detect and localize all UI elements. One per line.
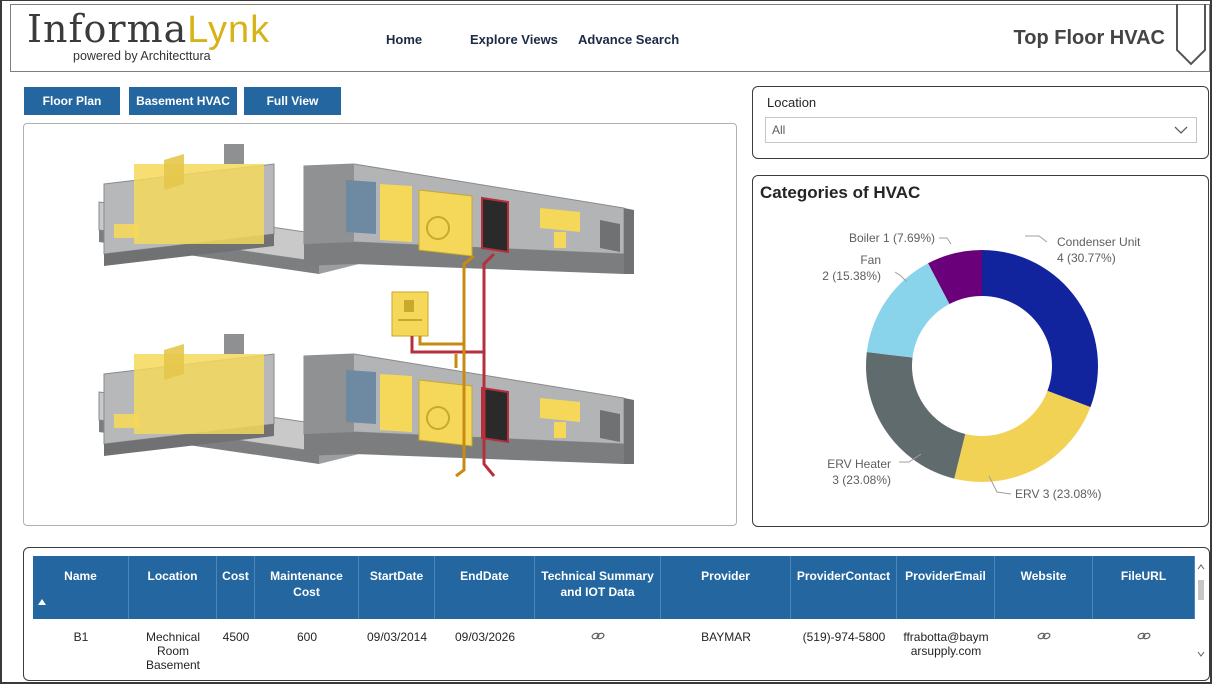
data-label: ERV 3 (23.08%): [1015, 487, 1102, 501]
data-label: ERV Heater: [827, 457, 891, 471]
cell-name: B1: [73, 630, 89, 644]
donut-slice-condenser-unit[interactable]: [982, 250, 1098, 408]
basement-hvac-button[interactable]: Basement HVAC: [129, 87, 237, 115]
link-icon[interactable]: [591, 631, 605, 641]
data-label: Boiler 1 (7.69%): [849, 231, 935, 245]
nav-advance-search-link[interactable]: Advance Search: [578, 32, 679, 47]
sort-ascending-icon[interactable]: [38, 599, 46, 605]
donut-slice-erv[interactable]: [954, 390, 1091, 482]
location-selected-value: All: [772, 123, 786, 137]
full-view-button[interactable]: Full View: [244, 87, 341, 115]
cell-end-date: 09/03/2026: [454, 630, 516, 644]
leader-line: [1025, 235, 1048, 243]
table-header: Name Location Cost Maintenance Cost StartDate…: [33, 556, 1195, 619]
column-header-name[interactable]: Name: [33, 556, 129, 619]
column-header-cost[interactable]: Cost: [217, 556, 255, 619]
cell-website[interactable]: [995, 630, 1093, 644]
column-header-maintenance-cost[interactable]: Maintenance Cost: [255, 556, 359, 619]
data-label: Condenser Unit: [1057, 235, 1141, 249]
column-header-website[interactable]: Website: [995, 556, 1093, 619]
nav-explore-views-link[interactable]: Explore Views: [470, 32, 558, 47]
location-dropdown[interactable]: All: [765, 117, 1197, 143]
column-header-end-date[interactable]: EndDate: [435, 556, 535, 619]
link-icon[interactable]: [1137, 631, 1151, 641]
column-header-location[interactable]: Location: [129, 556, 217, 619]
bookmark-icon[interactable]: [1175, 4, 1207, 66]
informalynk-logo[interactable]: InformaLynk: [27, 7, 270, 52]
cell-file-url[interactable]: [1093, 630, 1195, 644]
column-header-provider[interactable]: Provider: [661, 556, 791, 619]
cell-location: Mechnical Room Basement: [145, 630, 201, 672]
cell-start-date: 09/03/2014: [366, 630, 428, 644]
column-header-start-date[interactable]: StartDate: [359, 556, 435, 619]
hvac-categories-chart: Categories of HVAC Condenser Unit 4 (30.7…: [752, 175, 1209, 527]
column-header-provider-contact[interactable]: ProviderContact: [791, 556, 897, 619]
location-slicer: Location All: [752, 86, 1209, 159]
data-label: 3 (23.08%): [832, 473, 891, 487]
column-header-file-url[interactable]: FileURL: [1093, 556, 1195, 619]
floor-plan-button[interactable]: Floor Plan: [24, 87, 120, 115]
page-title: Top Floor HVAC: [1013, 27, 1165, 49]
donut-chart[interactable]: Condenser Unit 4 (30.77%) ERV 3 (23.08%) ER…: [753, 176, 1210, 528]
hvac-3d-model-viewer[interactable]: [23, 123, 737, 526]
cell-maintenance-cost: 600: [296, 630, 318, 644]
data-label: 4 (30.77%): [1057, 251, 1116, 265]
cell-provider-contact: (519)-974-5800: [802, 630, 886, 644]
cell-technical-summary[interactable]: [535, 630, 661, 644]
data-label: 2 (15.38%): [822, 269, 881, 283]
data-label: Fan: [860, 253, 881, 267]
column-header-technical-summary[interactable]: Technical Summary and IOT Data: [535, 556, 661, 619]
cell-cost: 4500: [222, 630, 250, 644]
location-label: Location: [767, 95, 817, 110]
chevron-down-icon: [1174, 126, 1188, 134]
link-icon[interactable]: [1037, 631, 1051, 641]
nav-home-link[interactable]: Home: [386, 32, 422, 47]
leader-line: [894, 271, 908, 283]
column-header-provider-email[interactable]: ProviderEmail: [897, 556, 995, 619]
hvac-assets-table: Name Location Cost Maintenance Cost StartDate…: [23, 547, 1210, 681]
hvac-model-illustration: [98, 143, 635, 478]
table-scrollbar[interactable]: [1195, 556, 1207, 678]
logo-tagline: powered by Architecttura: [73, 49, 211, 63]
leader-line: [939, 237, 952, 245]
cell-provider-email: ffrabotta@baym arsupply.com: [903, 630, 989, 658]
header-bar: InformaLynk powered by Architecttura Hom…: [10, 4, 1210, 72]
cell-provider: BAYMAR: [701, 630, 751, 644]
